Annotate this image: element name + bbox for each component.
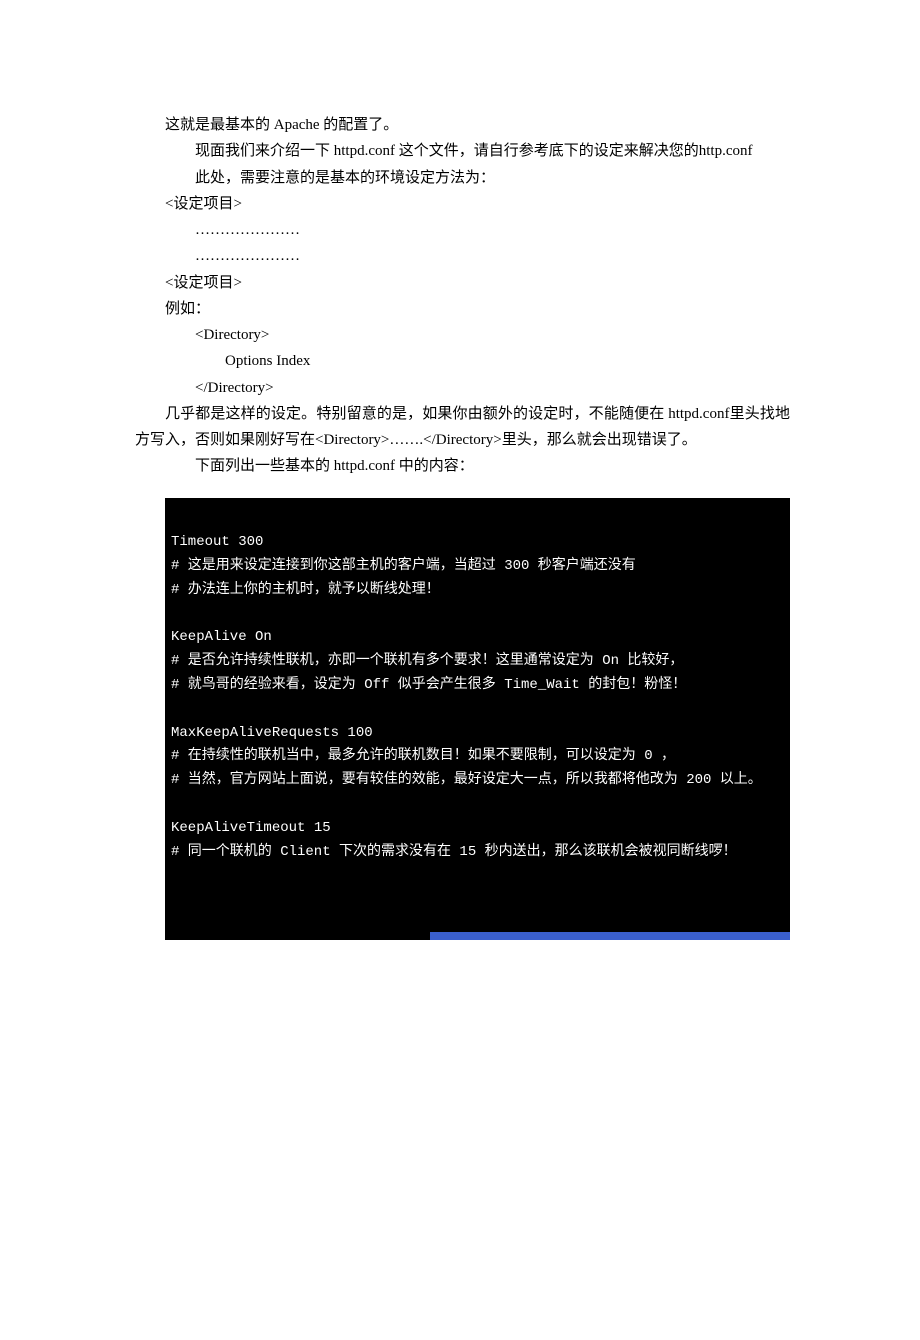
- code-line: # 同一个联机的 Client 下次的需求没有在 15 秒内送出，那么该联机会被…: [171, 844, 737, 860]
- paragraph: 下面列出一些基本的 httpd.conf 中的内容：: [165, 453, 790, 479]
- code-line: MaxKeepAliveRequests 100: [171, 725, 373, 741]
- code-line: # 当然，官方网站上面说，要有较佳的效能，最好设定大一点，所以我都将他改为 20…: [171, 772, 762, 788]
- code-line: # 办法连上你的主机时，就予以断线处理！: [171, 582, 440, 598]
- document-page: 这就是最基本的 Apache 的配置了。 现面我们来介绍一下 httpd.con…: [0, 0, 920, 1340]
- code-block: Timeout 300 # 这是用来设定连接到你这部主机的客户端，当超过 300…: [165, 498, 790, 941]
- paragraph: 这就是最基本的 Apache 的配置了。: [165, 112, 790, 138]
- config-line: 例如：: [165, 296, 790, 322]
- config-line: Options Index: [165, 348, 790, 374]
- code-line: # 是否允许持续性联机，亦即一个联机有多个要求！这里通常设定为 On 比较好，: [171, 653, 683, 669]
- paragraph: 现面我们来介绍一下 httpd.conf 这个文件，请自行参考底下的设定来解决您…: [165, 138, 790, 164]
- config-line: <Directory>: [165, 322, 790, 348]
- config-line: <设定项目>: [165, 270, 790, 296]
- code-line: Timeout 300: [171, 534, 263, 550]
- paragraph: 几乎都是这样的设定。特别留意的是，如果你由额外的设定时，不能随便在 httpd.…: [135, 401, 790, 454]
- config-line: …………………: [165, 243, 790, 269]
- config-line: </Directory>: [165, 375, 790, 401]
- code-line: KeepAliveTimeout 15: [171, 820, 331, 836]
- code-line: # 这是用来设定连接到你这部主机的客户端，当超过 300 秒客户端还没有: [171, 558, 636, 574]
- config-line: <设定项目>: [165, 191, 790, 217]
- paragraph: 此处，需要注意的是基本的环境设定方法为：: [165, 165, 790, 191]
- code-line: # 就鸟哥的经验来看，设定为 Off 似乎会产生很多 Time_Wait 的封包…: [171, 677, 686, 693]
- config-line: …………………: [165, 217, 790, 243]
- code-line: # 在持续性的联机当中，最多允许的联机数目！如果不要限制，可以设定为 0 ，: [171, 748, 675, 764]
- highlight-bar: [430, 932, 790, 940]
- code-line: KeepAlive On: [171, 629, 272, 645]
